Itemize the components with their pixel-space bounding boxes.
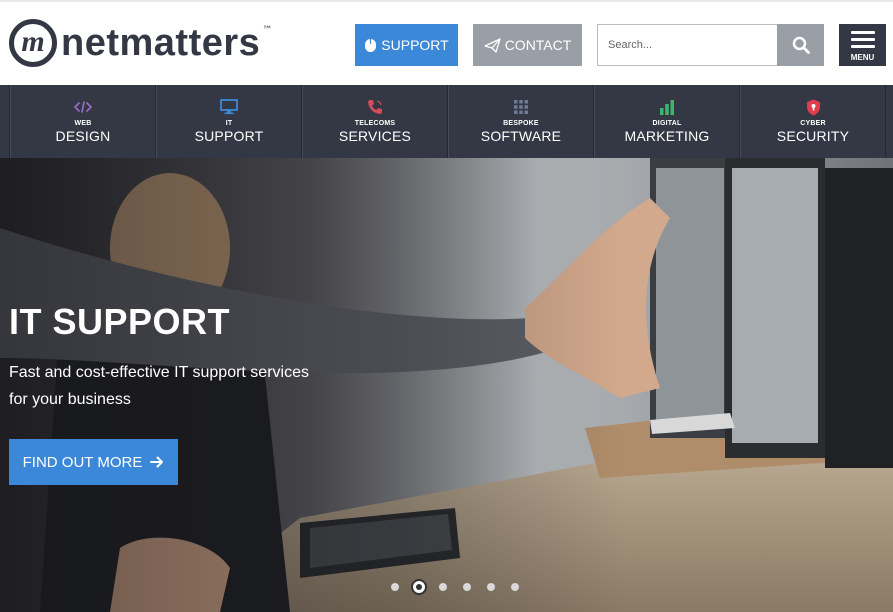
services-nav-edge	[0, 85, 10, 158]
menu-label: MENU	[850, 52, 875, 62]
slider-dots	[383, 579, 527, 595]
mouse-icon	[365, 38, 377, 52]
service-small-label: DIGITAL	[652, 120, 682, 127]
support-button[interactable]: SUPPORT	[355, 24, 458, 66]
contact-label: CONTACT	[504, 37, 572, 53]
monitor-icon	[219, 98, 239, 116]
hero-title: IT SUPPORT	[9, 301, 231, 342]
service-big-label: SUPPORT	[194, 128, 264, 144]
slider-dot[interactable]	[439, 583, 447, 591]
arrow-right-icon	[150, 456, 164, 468]
service-big-label: MARKETING	[624, 128, 710, 144]
support-label: SUPPORT	[381, 37, 449, 53]
service-small-label: TELECOMS	[354, 120, 396, 127]
bar-chart-icon	[657, 98, 677, 116]
service-big-label: SERVICES	[338, 128, 412, 144]
slider-dot[interactable]	[487, 583, 495, 591]
hero-subtitle: Fast and cost-effective IT support servi…	[9, 364, 309, 408]
slider-dot[interactable]	[391, 583, 399, 591]
code-icon	[73, 98, 93, 116]
contact-button[interactable]: CONTACT	[473, 24, 582, 66]
service-small-label: WEB	[74, 120, 92, 127]
phone-icon	[365, 98, 385, 116]
search-input[interactable]	[597, 24, 777, 66]
find-out-more-label: FIND OUT MORE	[22, 453, 143, 471]
slider-dot[interactable]	[511, 583, 519, 591]
hero-slider: IT SUPPORT Fast and cost-effective IT su…	[0, 158, 893, 612]
service-small-label: IT	[225, 120, 233, 127]
find-out-more-button[interactable]: FIND OUT MORE	[9, 439, 178, 485]
site-header: m netmatters ™ SUPPORT CONTACT MENU	[0, 0, 893, 85]
service-small-label: CYBER	[800, 120, 826, 127]
service-big-label: SOFTWARE	[480, 128, 562, 144]
paper-plane-icon	[484, 37, 501, 53]
service-telecoms[interactable]: TELECOMS SERVICES	[302, 85, 448, 158]
slider-dot[interactable]	[463, 583, 471, 591]
service-big-label: DESIGN	[55, 128, 111, 144]
grid-icon	[511, 98, 531, 116]
hamburger-icon	[850, 30, 875, 34]
service-bespoke-software[interactable]: BESPOKE SOFTWARE	[448, 85, 594, 158]
logo-text: netmatters	[61, 22, 261, 64]
service-cyber-security[interactable]: CYBER SECURITY	[740, 85, 886, 158]
service-digital-marketing[interactable]: DIGITAL MARKETING	[594, 85, 740, 158]
trademark: ™	[262, 25, 273, 36]
logo-mark: m	[9, 19, 57, 67]
menu-button[interactable]: MENU	[839, 24, 886, 66]
search-button[interactable]	[777, 24, 824, 66]
slider-dot-active[interactable]	[411, 579, 427, 595]
service-it-support[interactable]: IT SUPPORT	[156, 85, 302, 158]
service-small-label: BESPOKE	[503, 120, 539, 127]
netmatters-logo[interactable]: m netmatters ™	[9, 18, 272, 68]
search-icon	[792, 36, 810, 54]
shield-icon	[803, 98, 823, 116]
service-web-design[interactable]: WEB DESIGN	[10, 85, 156, 158]
services-nav: WEB DESIGN IT SUPPORT TELECOMS SERVICES …	[0, 85, 893, 158]
service-big-label: SECURITY	[776, 128, 850, 144]
